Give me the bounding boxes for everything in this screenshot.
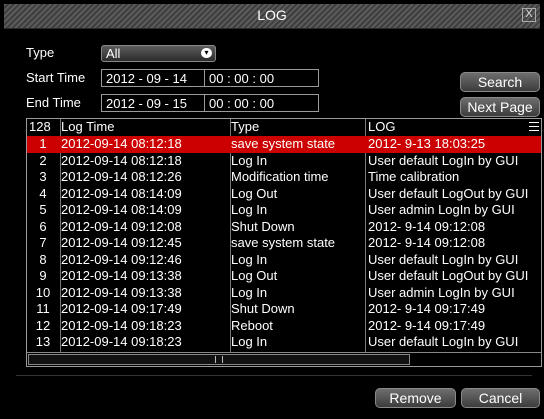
- divider: [16, 375, 532, 376]
- row-log-time: 2012-09-14 09:13:38: [61, 268, 182, 283]
- table-row[interactable]: 2 2012-09-14 08:12:18 Log In User default L…: [27, 153, 541, 170]
- row-number: 8: [39, 251, 47, 267]
- row-number: 6: [39, 218, 47, 234]
- row-log: User default LogOut by GUI: [368, 185, 529, 201]
- row-log: Time calibration: [368, 169, 460, 184]
- row-log: User default LogIn by GUI: [368, 251, 519, 267]
- row-log: 2012- 9-14 09:12:08: [368, 235, 486, 250]
- row-number: 5: [39, 202, 47, 217]
- row-type: Log In: [231, 284, 268, 300]
- row-log-time: 2012-09-14 09:18:23: [61, 317, 182, 333]
- row-number: 2: [39, 152, 47, 168]
- row-log-time: 2012-09-14 08:12:18: [61, 152, 182, 168]
- row-log: 2012- 9-14 09:17:49: [368, 301, 486, 316]
- log-window: LOG X Type All ▾ Start Time 2012 - 09 - …: [0, 0, 544, 419]
- row-log-time: 2012-09-14 08:12:18: [61, 136, 182, 151]
- window-title: LOG: [257, 7, 287, 23]
- table-row[interactable]: 13 2012-09-14 09:18:23 Log In User default …: [27, 334, 541, 351]
- row-log: User default LogIn by GUI: [368, 334, 519, 349]
- table-row[interactable]: 11 2012-09-14 09:17:49 Shut Down 2012- 9-14…: [27, 301, 541, 318]
- row-log-time: 2012-09-14 09:13:38: [61, 284, 182, 300]
- row-number: 11: [36, 301, 50, 316]
- header-type[interactable]: Type: [231, 119, 363, 134]
- row-number: 7: [39, 235, 47, 250]
- row-log-time: 2012-09-14 09:12:46: [61, 251, 182, 267]
- row-type: Log In: [231, 334, 268, 349]
- row-type: Reboot: [231, 317, 273, 333]
- cancel-button[interactable]: Cancel: [461, 388, 540, 408]
- row-log-time: 2012-09-14 08:12:26: [61, 169, 182, 184]
- row-type: Log Out: [231, 268, 278, 283]
- table-row[interactable]: 4 2012-09-14 08:14:09 Log Out User default …: [27, 186, 541, 203]
- start-time-label: Start Time: [26, 70, 86, 85]
- row-number: 9: [39, 268, 47, 283]
- row-type: save system state: [231, 235, 336, 250]
- row-log: 2012- 9-14 09:17:49: [368, 317, 486, 333]
- row-type: Log In: [231, 152, 268, 168]
- horizontal-scrollbar[interactable]: [27, 352, 541, 366]
- next-page-button[interactable]: Next Page: [460, 97, 540, 117]
- table-row[interactable]: 9 2012-09-14 09:13:38 Log Out User default …: [27, 268, 541, 285]
- end-date-field[interactable]: 2012 - 09 - 15: [101, 94, 205, 112]
- row-type: Log In: [231, 202, 268, 217]
- start-date-field[interactable]: 2012 - 09 - 14: [101, 69, 205, 87]
- scrollbar-thumb[interactable]: [28, 354, 410, 365]
- row-log-time: 2012-09-14 08:14:09: [61, 185, 182, 201]
- row-log-time: 2012-09-14 09:12:08: [61, 218, 182, 234]
- table-row[interactable]: 1 2012-09-14 08:12:18 save system state 201…: [27, 136, 541, 153]
- header-log[interactable]: LOG: [368, 119, 534, 134]
- table-row[interactable]: 5 2012-09-14 08:14:09 Log In User admin Log…: [27, 202, 541, 219]
- type-label: Type: [26, 45, 55, 60]
- row-type: Shut Down: [231, 301, 295, 316]
- row-log-time: 2012-09-14 09:18:23: [61, 334, 182, 349]
- close-icon[interactable]: X: [522, 8, 536, 22]
- row-log: 2012- 9-14 09:12:08: [368, 218, 486, 234]
- row-number: 12: [35, 317, 51, 333]
- row-log: User default LogIn by GUI: [368, 152, 519, 168]
- table-row[interactable]: 6 2012-09-14 09:12:08 Shut Down 2012- 9-14 …: [27, 219, 541, 236]
- end-time-field[interactable]: 00 : 00 : 00: [204, 94, 319, 112]
- row-type: Shut Down: [231, 218, 295, 234]
- title-bar: LOG X: [4, 4, 540, 29]
- row-type: Log Out: [231, 185, 278, 201]
- row-log-time: 2012-09-14 09:17:49: [61, 301, 182, 316]
- grip-icon: [215, 356, 223, 363]
- row-number: 10: [35, 284, 51, 300]
- row-log-time: 2012-09-14 09:12:45: [61, 235, 182, 250]
- row-type: save system state: [231, 136, 336, 151]
- row-number: 3: [39, 169, 47, 184]
- start-time-field[interactable]: 00 : 00 : 00: [204, 69, 319, 87]
- row-log: 2012- 9-13 18:03:25: [368, 136, 486, 151]
- type-select[interactable]: All ▾: [101, 45, 216, 62]
- table-body: 1 2012-09-14 08:12:18 save system state 201…: [27, 136, 541, 352]
- table-row[interactable]: 3 2012-09-14 08:12:26 Modification time Tim…: [27, 169, 541, 186]
- log-table: 128 Log Time Type LOG 1 2012-09-14 08:12:…: [26, 118, 542, 367]
- column-menu-icon[interactable]: [529, 122, 539, 131]
- row-log-time: 2012-09-14 08:14:09: [61, 202, 182, 217]
- row-log: User default LogOut by GUI: [368, 268, 529, 283]
- row-log: User admin LogIn by GUI: [368, 202, 515, 217]
- header-log-time[interactable]: Log Time: [61, 119, 231, 134]
- table-row[interactable]: 7 2012-09-14 09:12:45 save system state 201…: [27, 235, 541, 252]
- search-button[interactable]: Search: [460, 72, 540, 92]
- row-log: User admin LogIn by GUI: [368, 284, 515, 300]
- row-number: 4: [39, 185, 47, 201]
- table-row[interactable]: 8 2012-09-14 09:12:46 Log In User default L…: [27, 252, 541, 269]
- chevron-down-icon: ▾: [201, 48, 212, 58]
- header-count: 128: [29, 119, 51, 134]
- row-type: Modification time: [231, 169, 329, 184]
- remove-button[interactable]: Remove: [375, 388, 456, 408]
- end-time-label: End Time: [26, 95, 81, 110]
- row-number: 1: [39, 136, 47, 151]
- table-header: 128 Log Time Type LOG: [27, 119, 541, 136]
- table-row[interactable]: 12 2012-09-14 09:18:23 Reboot 2012- 9-14 09…: [27, 318, 541, 335]
- row-type: Log In: [231, 251, 268, 267]
- row-number: 13: [35, 334, 51, 349]
- table-row[interactable]: 10 2012-09-14 09:13:38 Log In User admin Lo…: [27, 285, 541, 302]
- type-select-value: All: [106, 46, 121, 61]
